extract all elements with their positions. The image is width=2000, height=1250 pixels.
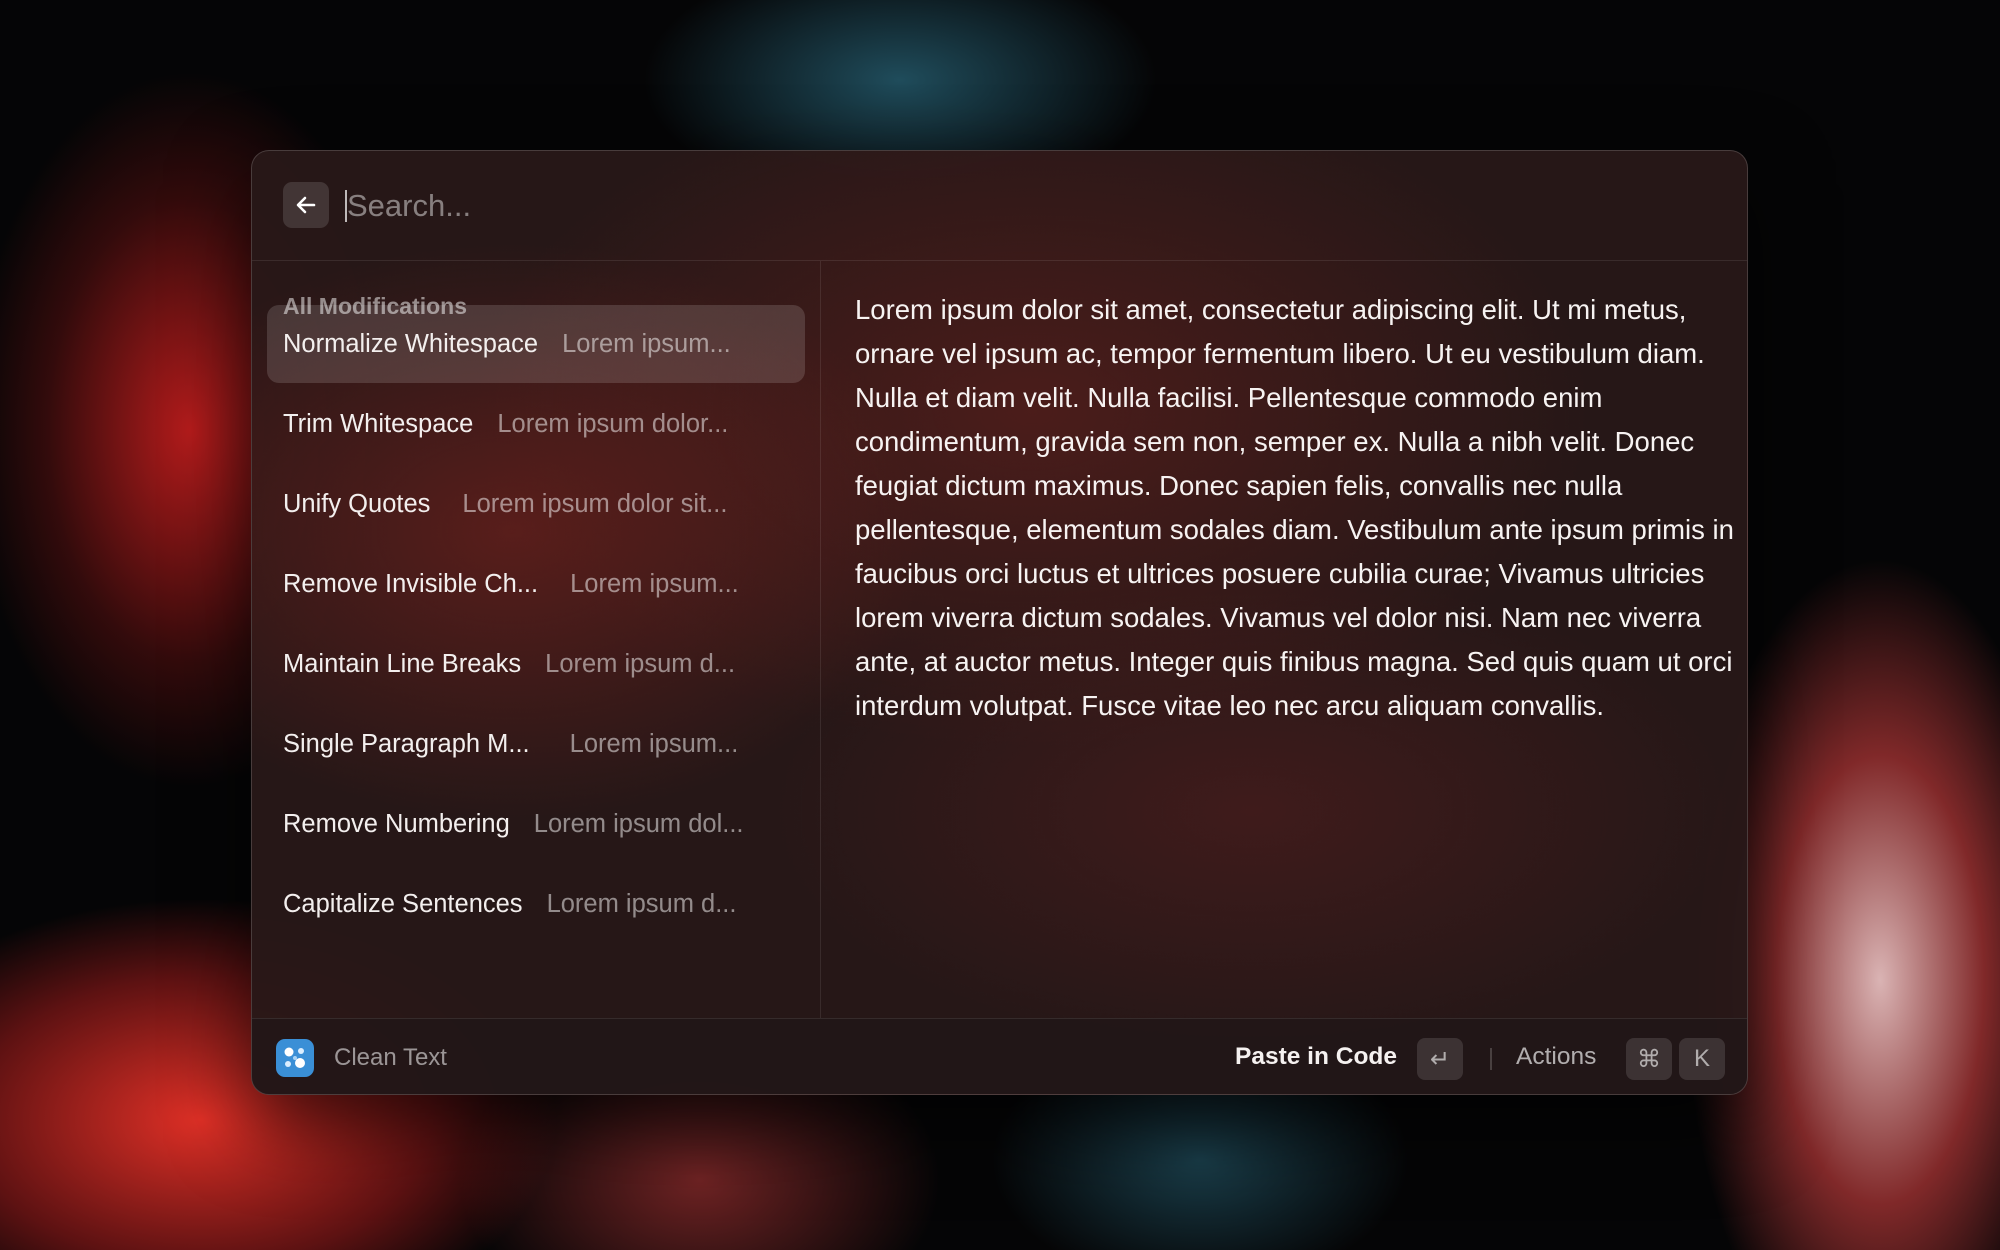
return-key-icon: ↵ bbox=[1417, 1038, 1463, 1080]
list-item-subtitle: Lorem ipsum dolor sit... bbox=[462, 489, 728, 518]
list-item-single-paragraph-mode[interactable]: Single Paragraph M... Lorem ipsum... bbox=[267, 705, 805, 783]
clean-text-app-icon bbox=[276, 1039, 314, 1077]
list-item-subtitle: Lorem ipsum... bbox=[569, 729, 739, 758]
list-item-title: Capitalize Sentences bbox=[283, 889, 523, 918]
list-item-maintain-line-breaks[interactable]: Maintain Line Breaks Lorem ipsum d... bbox=[267, 625, 805, 703]
list-item-title: Remove Numbering bbox=[283, 809, 510, 838]
list-item-title: Remove Invisible Ch... bbox=[283, 569, 539, 598]
list-item-trim-whitespace[interactable]: Trim Whitespace Lorem ipsum dolor... bbox=[267, 385, 805, 463]
list-item-title: Trim Whitespace bbox=[283, 409, 474, 438]
list-item-title: Maintain Line Breaks bbox=[283, 649, 522, 678]
list-item-remove-invisible-characters[interactable]: Remove Invisible Ch... Lorem ipsum... bbox=[267, 545, 805, 623]
list-item-title: Normalize Whitespace bbox=[283, 329, 539, 358]
actions-button[interactable]: Actions bbox=[1516, 1043, 1596, 1071]
list-item-capitalize-sentences[interactable]: Capitalize Sentences Lorem ipsum d... bbox=[267, 865, 805, 943]
k-key-icon: K bbox=[1679, 1038, 1725, 1080]
search-input[interactable] bbox=[345, 179, 1649, 233]
list-item-normalize-whitespace[interactable]: Normalize Whitespace Lorem ipsum... bbox=[267, 305, 805, 383]
arrow-left-icon bbox=[296, 196, 316, 214]
action-bar: Clean Text Paste in Code ↵ Actions ⌘ K bbox=[252, 1018, 1747, 1094]
list-item-title: Single Paragraph M... bbox=[283, 729, 530, 758]
command-palette-window: All Modifications Normalize Whitespace L… bbox=[251, 150, 1748, 1095]
list-item-remove-numbering[interactable]: Remove Numbering Lorem ipsum dol... bbox=[267, 785, 805, 863]
footer-divider bbox=[1490, 1048, 1492, 1070]
preview-text: Lorem ipsum dolor sit amet, consectetur … bbox=[855, 294, 1734, 721]
list-item-subtitle: Lorem ipsum... bbox=[562, 329, 731, 358]
list-item-subtitle: Lorem ipsum d... bbox=[545, 649, 736, 678]
preview-pane: Lorem ipsum dolor sit amet, consectetur … bbox=[821, 261, 1747, 1018]
list-item-subtitle: Lorem ipsum d... bbox=[546, 889, 737, 918]
paste-in-code-button[interactable]: Paste in Code bbox=[1235, 1043, 1397, 1071]
app-name: Clean Text bbox=[334, 1044, 447, 1071]
list-item-unify-quotes[interactable]: Unify Quotes Lorem ipsum dolor sit... bbox=[267, 465, 805, 543]
modifications-list: All Modifications Normalize Whitespace L… bbox=[252, 261, 821, 1018]
search-bar bbox=[252, 151, 1747, 261]
list-item-subtitle: Lorem ipsum dolor... bbox=[497, 409, 729, 438]
command-key-icon: ⌘ bbox=[1626, 1038, 1672, 1080]
list-item-subtitle: Lorem ipsum dol... bbox=[533, 809, 744, 838]
list-item-title: Unify Quotes bbox=[283, 489, 431, 518]
back-button[interactable] bbox=[283, 182, 329, 228]
list-item-subtitle: Lorem ipsum... bbox=[570, 569, 739, 598]
